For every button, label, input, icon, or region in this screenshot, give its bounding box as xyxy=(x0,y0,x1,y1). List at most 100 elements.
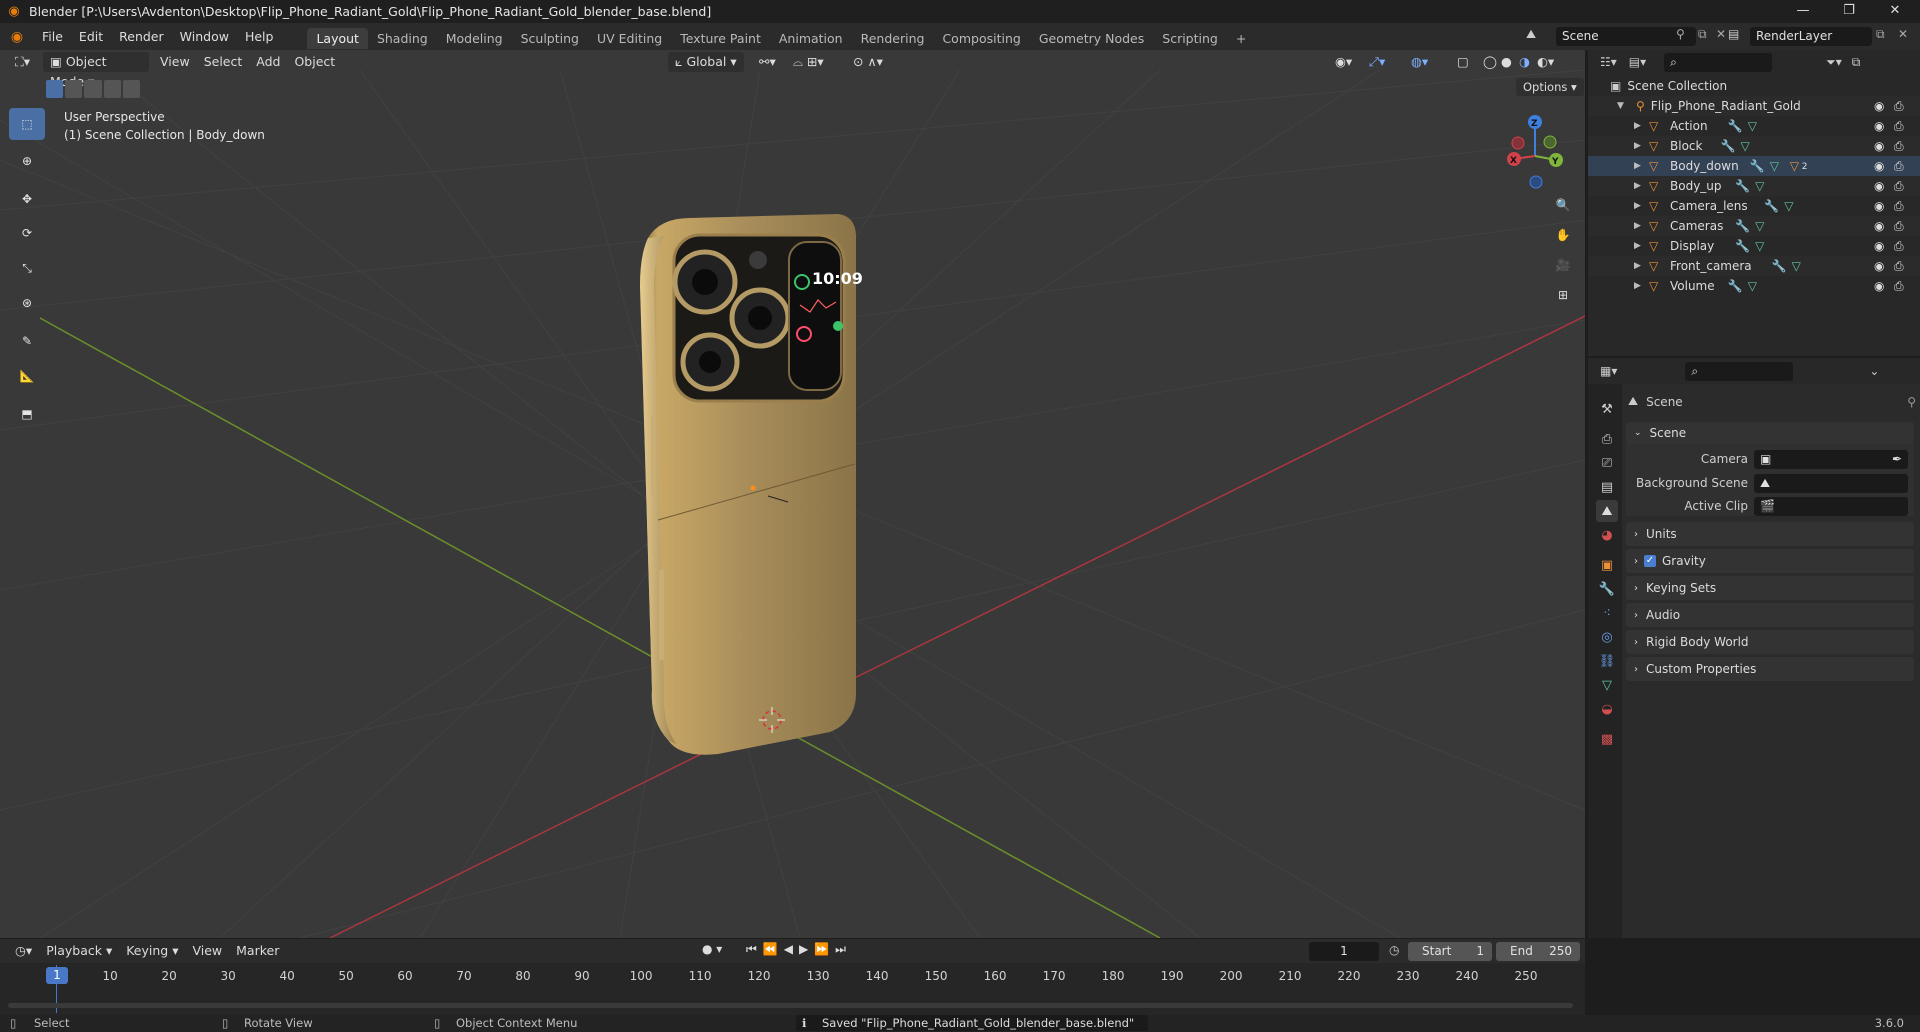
modifier-wrench-icon[interactable]: 🔧 xyxy=(1735,219,1750,233)
visibility-eye-icon[interactable]: ◉ xyxy=(1874,119,1884,133)
tab-view-layer[interactable]: ▤ xyxy=(1596,476,1618,498)
expand-icon[interactable]: ▶ xyxy=(1634,241,1641,251)
outliner-row-action[interactable]: ▶ ▽ Action 🔧 ▽ ◉ ⎙ xyxy=(1588,116,1920,136)
visibility-eye-icon[interactable]: ◉ xyxy=(1874,279,1884,293)
tab-geometry-nodes[interactable]: Geometry Nodes xyxy=(1030,28,1153,49)
visibility-eye-icon[interactable]: ◉ xyxy=(1874,219,1884,233)
gravity-checkbox[interactable]: ✓ xyxy=(1644,555,1656,567)
menu-timeline-view[interactable]: View xyxy=(185,941,229,961)
start-frame-field[interactable]: Start 1 xyxy=(1408,942,1492,961)
playhead-frame[interactable]: 1 xyxy=(46,967,68,984)
outliner-row-front-camera[interactable]: ▶ ▽ Front_camera 🔧 ▽ ◉ ⎙ xyxy=(1588,256,1920,276)
expand-icon[interactable]: ▶ xyxy=(1634,121,1641,131)
select-intersect-icon[interactable] xyxy=(122,80,141,98)
select-new-icon[interactable] xyxy=(46,80,64,98)
new-scene-icon[interactable]: ⧉ xyxy=(1698,27,1707,42)
expand-icon[interactable]: ▶ xyxy=(1634,221,1641,231)
new-view-layer-icon[interactable]: ⧉ xyxy=(1876,27,1885,42)
proportional-editing-icon[interactable]: ⊙ ∧▾ xyxy=(846,52,890,72)
filter-icon[interactable]: ⏷▾ xyxy=(1826,55,1842,70)
minimize-button[interactable]: — xyxy=(1780,0,1826,23)
menu-render[interactable]: Render xyxy=(111,23,172,50)
tab-scene[interactable]: ⛰ xyxy=(1596,500,1618,522)
outliner-row-block[interactable]: ▶ ▽ Block 🔧 ▽ ◉ ⎙ xyxy=(1588,136,1920,156)
menu-keying[interactable]: Keying ▾ xyxy=(119,941,185,961)
snap-icon[interactable]: ⌓ ⊞▾ xyxy=(786,52,831,72)
outliner-row-cameras[interactable]: ▶ ▽ Cameras 🔧 ▽ ◉ ⎙ xyxy=(1588,216,1920,236)
tab-constraints[interactable]: ⛓ xyxy=(1596,650,1618,672)
measure-tool[interactable]: 📐 xyxy=(9,360,45,392)
outliner-row-display[interactable]: ▶ ▽ Display 🔧 ▽ ◉ ⎙ xyxy=(1588,236,1920,256)
tab-modifiers[interactable]: 🔧 xyxy=(1596,578,1618,600)
render-camera-icon[interactable]: ⎙ xyxy=(1894,219,1904,234)
timeline-scrollbar[interactable] xyxy=(8,1003,1573,1008)
maximize-button[interactable]: ❐ xyxy=(1826,0,1872,23)
record-icon[interactable]: ● ▾ xyxy=(702,942,722,956)
remove-view-layer-icon[interactable]: ✕ xyxy=(1898,27,1908,41)
annotate-tool[interactable]: ✎ xyxy=(9,325,45,357)
transform-tool[interactable]: ⊛ xyxy=(9,287,45,319)
view-layer-field[interactable]: RenderLayer xyxy=(1750,27,1872,46)
menu-playback[interactable]: Playback ▾ xyxy=(39,941,119,961)
expand-icon[interactable]: ▶ xyxy=(1634,181,1641,191)
xray-icon[interactable]: ▢ xyxy=(1450,52,1476,72)
render-camera-icon[interactable]: ⎙ xyxy=(1894,199,1904,214)
current-frame-field[interactable]: 1 xyxy=(1309,942,1379,961)
menu-window[interactable]: Window xyxy=(172,23,237,50)
tab-uv-editing[interactable]: UV Editing xyxy=(588,28,671,49)
panel-gravity[interactable]: › ✓ Gravity xyxy=(1626,549,1914,573)
visibility-eye-icon[interactable]: ◉ xyxy=(1874,99,1884,113)
editor-type-icon[interactable]: ⛶▾ xyxy=(8,52,37,72)
transform-orientation-dropdown[interactable]: ⟀ Global ▾ xyxy=(668,52,744,72)
menu-add[interactable]: Add xyxy=(249,52,287,72)
tab-rendering[interactable]: Rendering xyxy=(852,28,934,49)
mode-dropdown[interactable]: ▣ Object Mode ▾ xyxy=(43,52,150,89)
outliner-row-body-down[interactable]: ▶ ▽ Body_down 🔧 ▽ ▽ 2 ◉ ⎙ xyxy=(1588,156,1920,176)
visibility-eye-icon[interactable]: ◉ xyxy=(1874,199,1884,213)
tab-world[interactable]: ◕ xyxy=(1596,524,1618,546)
rendered-shading-icon[interactable]: ◐▾ xyxy=(1530,52,1561,72)
tab-modeling[interactable]: Modeling xyxy=(437,28,512,49)
chevron-down-icon[interactable]: ⌄ xyxy=(1869,364,1879,378)
pan-button[interactable]: ✋ xyxy=(1550,222,1576,248)
modifier-wrench-icon[interactable]: 🔧 xyxy=(1750,159,1765,173)
mesh-data-icon[interactable]: ▽ xyxy=(1792,259,1801,273)
tab-scripting[interactable]: Scripting xyxy=(1153,28,1227,49)
navigation-gizmo[interactable]: Z X Y xyxy=(1507,115,1563,189)
visibility-eye-icon[interactable]: ◉ xyxy=(1874,139,1884,153)
expand-icon[interactable]: ▶ xyxy=(1634,201,1641,211)
playback-controls[interactable]: ⏮⏪◀▶⏩⏭ xyxy=(746,942,852,957)
close-button[interactable]: ✕ xyxy=(1872,0,1918,23)
visibility-eye-icon[interactable]: ◉ xyxy=(1874,259,1884,273)
mesh-data-icon[interactable]: ▽ xyxy=(1755,239,1764,253)
visibility-eye-icon[interactable]: ◉ xyxy=(1874,159,1884,173)
tab-texture[interactable]: ▩ xyxy=(1596,728,1618,750)
render-camera-icon[interactable]: ⎙ xyxy=(1894,179,1904,194)
clock-icon[interactable]: ◷ xyxy=(1389,943,1399,957)
menu-select[interactable]: Select xyxy=(197,52,250,72)
menu-marker[interactable]: Marker xyxy=(229,941,286,961)
mesh-data-icon[interactable]: ▽ xyxy=(1741,139,1750,153)
timeline-editor-icon[interactable]: ◷▾ xyxy=(8,941,39,961)
add-workspace-button[interactable]: + xyxy=(1227,28,1255,49)
mesh-data-icon[interactable]: ▽ xyxy=(1748,279,1757,293)
cursor-tool[interactable]: ⊕ xyxy=(9,145,45,177)
outliner-editor-icon[interactable]: ☷▾ xyxy=(1600,55,1617,69)
tab-tool[interactable]: ⚒ xyxy=(1596,398,1618,420)
mesh-data-icon[interactable]: ▽ xyxy=(1748,119,1757,133)
pin-icon[interactable]: ⚲ xyxy=(1676,27,1685,41)
panel-rigid-body-world[interactable]: › Rigid Body World xyxy=(1626,630,1914,654)
eyedropper-icon[interactable]: ✒ xyxy=(1892,450,1902,469)
zoom-button[interactable]: 🔍 xyxy=(1550,192,1576,218)
pivot-point-icon[interactable]: ⚯▾ xyxy=(752,52,783,72)
render-camera-icon[interactable]: ⎙ xyxy=(1894,159,1904,174)
render-camera-icon[interactable]: ⎙ xyxy=(1894,139,1904,154)
move-tool[interactable]: ✥ xyxy=(9,183,45,215)
options-dropdown[interactable]: Options ▾ xyxy=(1516,78,1584,96)
blender-menu-icon[interactable]: ◉ xyxy=(0,29,34,45)
tab-data[interactable]: ▽ xyxy=(1596,674,1618,696)
visibility-icon[interactable]: ◉▾ xyxy=(1328,52,1359,72)
render-camera-icon[interactable]: ⎙ xyxy=(1894,259,1904,274)
timeline-ruler[interactable]: 10 20 30 40 50 60 70 80 90 100 110 120 130 140 150 160 1… xyxy=(0,963,1585,1015)
modifier-wrench-icon[interactable]: 🔧 xyxy=(1728,279,1743,293)
